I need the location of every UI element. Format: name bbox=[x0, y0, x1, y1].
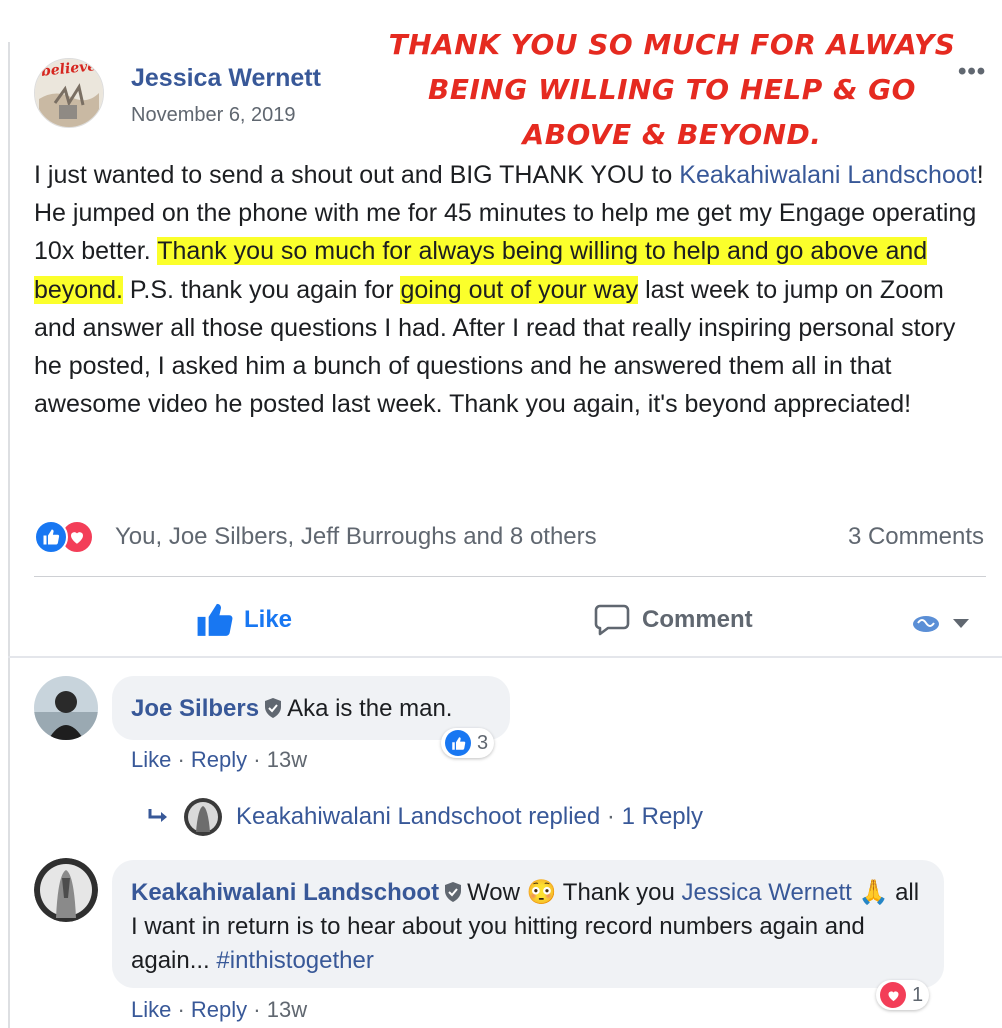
separator-dot: · bbox=[171, 997, 191, 1022]
comment-author[interactable]: Joe Silbers bbox=[131, 695, 259, 722]
replies-count: 1 Reply bbox=[621, 803, 703, 830]
comment-content: Keakahiwalani Landschoot Wow 😳 Thank you … bbox=[131, 876, 931, 978]
feed-left-border bbox=[8, 42, 10, 1028]
view-replies-link[interactable]: Keakahiwalani Landschoot replied · 1 Rep… bbox=[148, 798, 703, 836]
mention-link[interactable]: Keakahiwalani Landschoot bbox=[679, 161, 976, 189]
separator-dot: · bbox=[600, 803, 622, 830]
comment-icon bbox=[594, 604, 630, 636]
page-avatar-icon bbox=[913, 616, 939, 632]
comment-text: Thank you bbox=[562, 879, 675, 906]
commenter-avatar[interactable] bbox=[34, 676, 98, 740]
comment-like-link[interactable]: Like bbox=[131, 747, 171, 772]
annotation-line: ABOVE & BEYOND. bbox=[522, 118, 822, 151]
separator-dot: · bbox=[247, 747, 267, 772]
comment-reaction-chip[interactable]: 1 bbox=[876, 980, 930, 1010]
comment-reply-link[interactable]: Reply bbox=[191, 747, 247, 772]
separator-dot: · bbox=[171, 747, 191, 772]
like-reaction-icon bbox=[34, 520, 68, 554]
handwritten-annotation: THANK YOU SO MUCH FOR ALWAYS BEING WILLI… bbox=[362, 22, 982, 157]
reaction-icons[interactable] bbox=[34, 520, 94, 554]
replier-label: Keakahiwalani Landschoot replied bbox=[236, 803, 601, 830]
avatar-image bbox=[34, 858, 98, 922]
highlighted-text: going out of your way bbox=[400, 275, 639, 304]
comment-timestamp[interactable]: 13w bbox=[267, 747, 307, 772]
divider bbox=[34, 576, 986, 577]
commenter-avatar[interactable] bbox=[34, 858, 98, 922]
reaction-count: 1 bbox=[912, 983, 924, 1006]
comment-timestamp[interactable]: 13w bbox=[267, 997, 307, 1022]
hashtag-link[interactable]: #inthistogether bbox=[216, 947, 373, 974]
flushed-emoji-icon: 😳 bbox=[526, 879, 557, 906]
reply-arrow-icon bbox=[148, 809, 167, 822]
comment-text: Wow bbox=[467, 879, 520, 906]
replier-avatar bbox=[184, 798, 222, 836]
like-button-label: Like bbox=[244, 606, 293, 633]
comment-meta: Like · Reply · 13w bbox=[131, 997, 307, 1023]
comment-content: Joe Silbers Aka is the man. bbox=[131, 692, 452, 726]
avatar-image bbox=[34, 676, 98, 740]
post-date[interactable]: November 6, 2019 bbox=[131, 104, 296, 127]
post-author-name[interactable]: Jessica Wernett bbox=[131, 64, 321, 93]
reaction-count: 3 bbox=[477, 731, 489, 754]
like-reaction-icon bbox=[445, 730, 471, 756]
admin-shield-icon bbox=[265, 697, 282, 718]
chevron-down-icon bbox=[953, 619, 969, 628]
comment-button[interactable]: Comment bbox=[594, 600, 753, 640]
comment-button-label: Comment bbox=[642, 606, 753, 633]
share-as-page-selector[interactable] bbox=[912, 604, 970, 644]
praying-hands-emoji-icon: 🙏 bbox=[858, 879, 889, 906]
author-avatar[interactable]: believe bbox=[34, 58, 104, 128]
like-button[interactable]: Like bbox=[196, 600, 292, 640]
mention-link[interactable]: Jessica Wernett bbox=[682, 879, 852, 906]
post-body: I just wanted to send a shout out and BI… bbox=[34, 156, 984, 423]
post-text: P.S. thank you again for bbox=[122, 275, 401, 304]
comment-like-link[interactable]: Like bbox=[131, 997, 171, 1022]
comments-separator bbox=[8, 656, 1002, 658]
admin-shield-icon bbox=[445, 881, 462, 902]
thumbs-up-icon bbox=[197, 603, 233, 636]
comment-reaction-chip[interactable]: 3 bbox=[441, 728, 495, 758]
reaction-names[interactable]: You, Joe Silbers, Jeff Burroughs and 8 o… bbox=[115, 523, 597, 551]
comment-meta: Like · Reply · 13w bbox=[131, 747, 307, 773]
post-text: I just wanted to send a shout out and BI… bbox=[34, 161, 680, 189]
annotation-line: THANK YOU SO MUCH FOR ALWAYS bbox=[388, 28, 956, 61]
comments-count[interactable]: 3 Comments bbox=[848, 523, 984, 551]
comment-reply-link[interactable]: Reply bbox=[191, 997, 247, 1022]
annotation-line: BEING WILLING TO HELP & GO bbox=[428, 73, 916, 106]
comment-text: Aka is the man. bbox=[287, 695, 453, 722]
love-reaction-icon bbox=[880, 982, 906, 1008]
comment-author[interactable]: Keakahiwalani Landschoot bbox=[131, 879, 439, 906]
separator-dot: · bbox=[247, 997, 267, 1022]
